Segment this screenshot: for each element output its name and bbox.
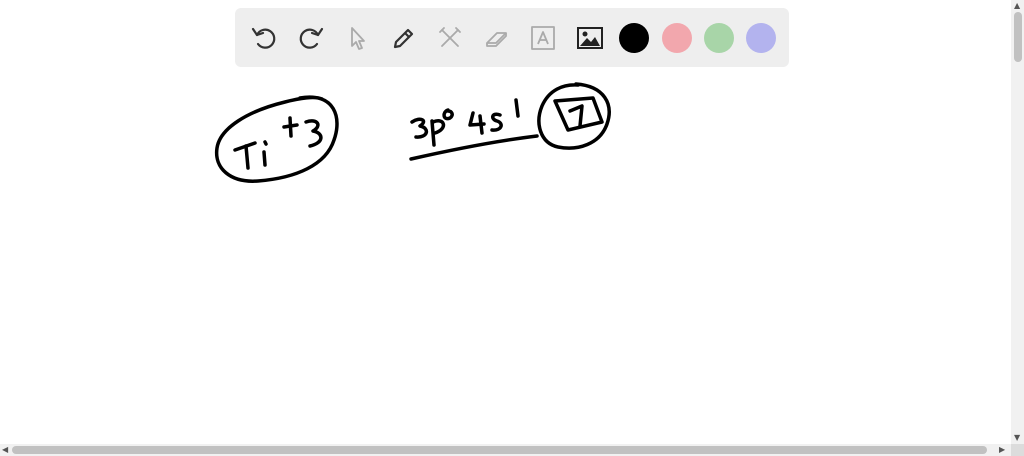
vertical-scrollbar[interactable]: ▲ ▼ bbox=[1011, 0, 1024, 444]
scroll-down-arrow[interactable]: ▼ bbox=[1014, 433, 1020, 443]
whiteboard-canvas[interactable] bbox=[0, 0, 1010, 444]
horizontal-scroll-thumb[interactable] bbox=[12, 446, 987, 454]
scroll-right-arrow[interactable]: ▶ bbox=[999, 445, 1005, 455]
handwriting-circled-answer bbox=[537, 82, 611, 150]
horizontal-scrollbar[interactable]: ◀ ▶ bbox=[0, 444, 1011, 456]
handwriting-ti-plus-3 bbox=[214, 95, 339, 183]
scroll-up-arrow[interactable]: ▲ bbox=[1014, 1, 1020, 11]
scrollbar-corner bbox=[1011, 444, 1024, 456]
handwriting-electron-config bbox=[409, 98, 539, 161]
scroll-left-arrow[interactable]: ◀ bbox=[2, 445, 8, 455]
vertical-scroll-thumb[interactable] bbox=[1014, 12, 1022, 62]
